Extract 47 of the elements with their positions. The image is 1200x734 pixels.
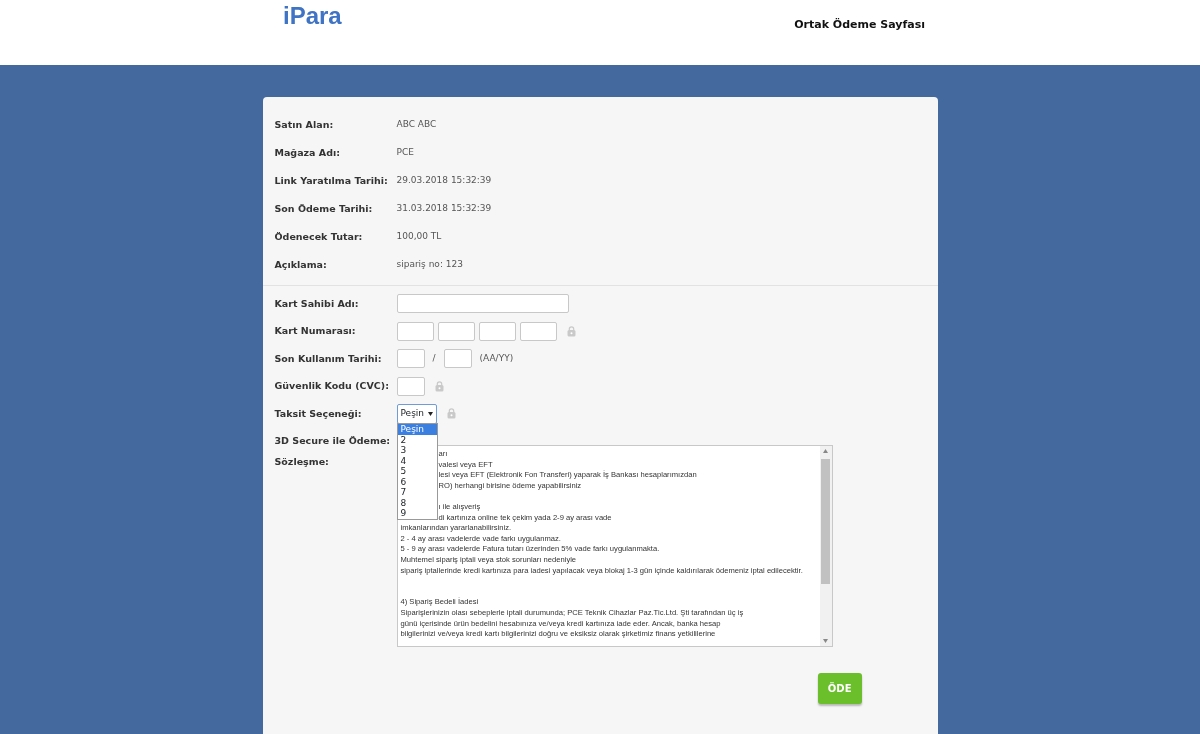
field-label: Son Kullanım Tarihi: [274, 351, 383, 366]
field-label: Link Yaratılma Tarihi: [274, 173, 389, 188]
scroll-thumb[interactable] [821, 459, 830, 584]
dropdown-option[interactable]: 2 [397, 434, 437, 445]
input-field[interactable] [396, 294, 569, 314]
field-value: 31.03.2018 15:32:39 [396, 202, 492, 216]
field-value: 29.03.2018 15:32:39 [396, 174, 492, 188]
dropdown-option[interactable]: 8 [397, 497, 437, 508]
input-field[interactable] [396, 376, 425, 396]
dropdown-option[interactable]: 5 [397, 466, 437, 477]
field-value: 100,00 TL [396, 230, 442, 244]
input-field[interactable] [437, 321, 475, 341]
dropdown-option[interactable]: 4 [397, 455, 437, 466]
scrollbar[interactable] [819, 446, 832, 646]
input-field[interactable] [478, 321, 516, 341]
field-value: ABC ABC [396, 118, 437, 132]
input-field[interactable] [396, 349, 425, 369]
page-title: Ortak Ödeme Sayfası [794, 17, 925, 33]
field-label: Kart Sahibi Adı: [274, 296, 360, 311]
dropdown-option[interactable]: 6 [397, 476, 437, 487]
dropdown-option[interactable]: 7 [397, 487, 437, 498]
format-hint: (AA/YY) [479, 352, 514, 365]
scroll-up-icon[interactable] [823, 449, 828, 453]
field-label: Mağaza Adı: [274, 145, 342, 160]
logo: iPara [283, 3, 342, 30]
field-value: PCE [396, 146, 414, 160]
field-value: sipariş no: 123 [396, 258, 463, 272]
scroll-down-icon[interactable] [823, 639, 828, 643]
caret-icon [427, 411, 433, 416]
separator: / [432, 352, 436, 365]
field-label: Ödenecek Tutar: [274, 229, 364, 244]
select-field[interactable]: Peşin [396, 403, 437, 424]
input-field[interactable] [443, 349, 472, 369]
field-label: Güvenlik Kodu (CVC): [274, 379, 390, 394]
dropdown-option[interactable]: Peşin [397, 424, 437, 435]
field-label: Satın Alan: [274, 117, 335, 132]
input-field[interactable] [519, 321, 557, 341]
field-label: Taksit Seçeneği: [274, 406, 363, 421]
field-label: Açıklama: [274, 257, 328, 272]
field-label: Son Ödeme Tarihi: [274, 201, 374, 216]
input-field[interactable] [396, 321, 434, 341]
field-label: Sözleşme: [274, 455, 330, 469]
field-label: Kart Numarası: [274, 324, 357, 339]
agreement-textarea[interactable] [396, 445, 833, 647]
dropdown-option[interactable]: 9 [397, 508, 437, 519]
field-label: 3D Secure ile Ödeme: [274, 434, 392, 449]
dropdown-option[interactable]: 3 [397, 445, 437, 456]
